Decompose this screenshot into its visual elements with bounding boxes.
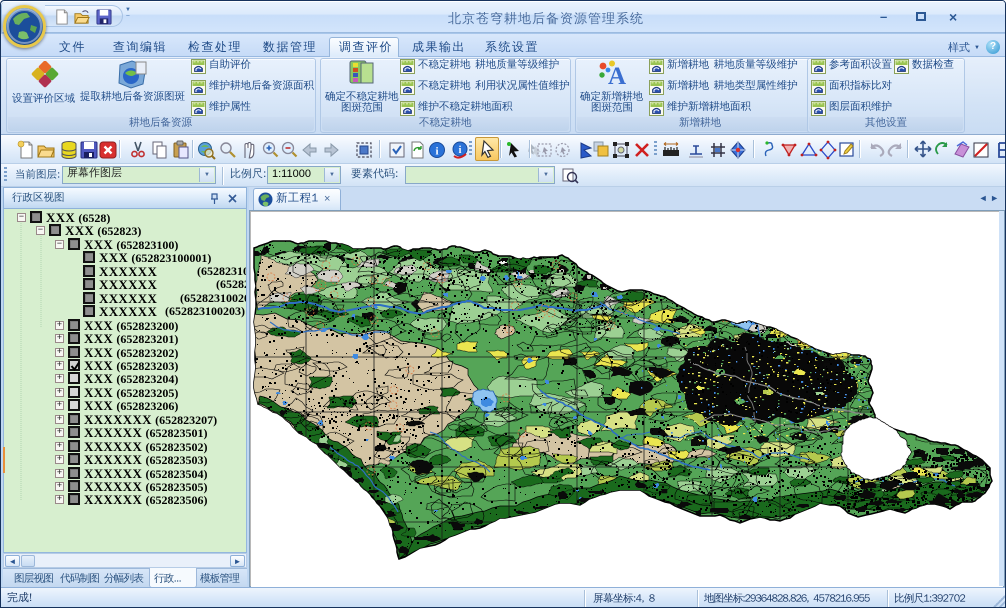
svg-text:A: A — [608, 63, 626, 89]
svg-text:i: i — [459, 145, 462, 156]
svg-text:i: i — [435, 146, 438, 158]
